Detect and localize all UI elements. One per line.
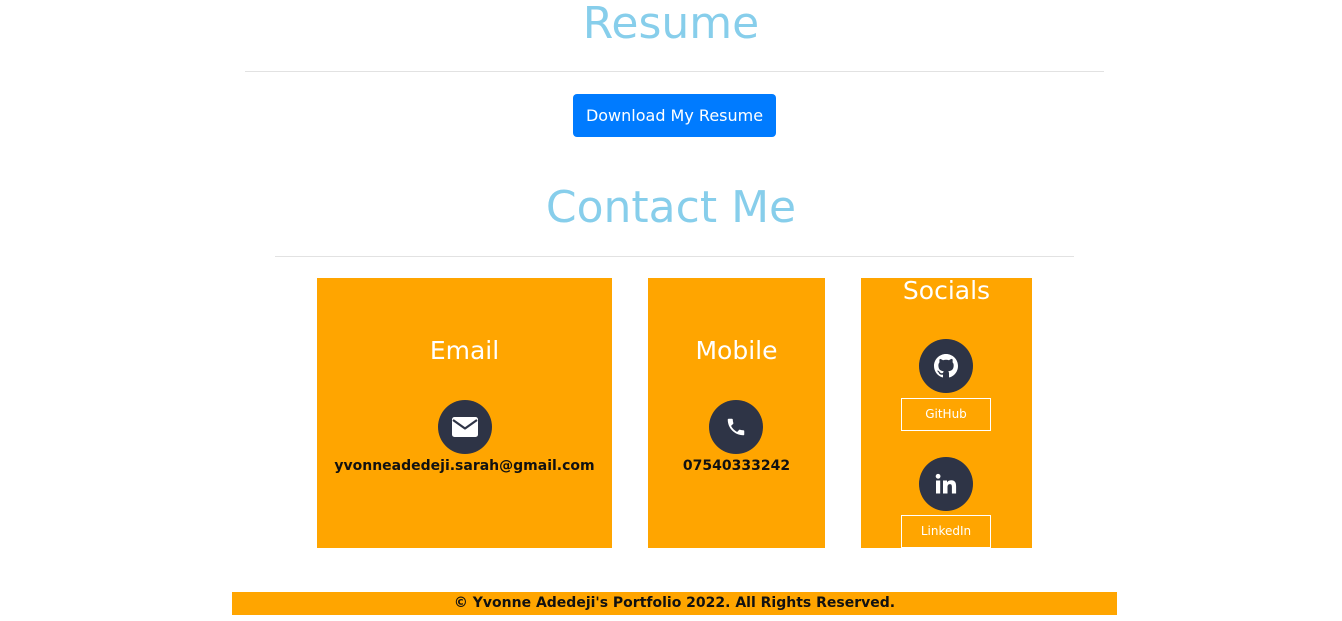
- mobile-card-title: Mobile: [695, 336, 778, 365]
- mobile-card: Mobile 07540333242: [648, 278, 825, 548]
- socials-card: Socials GitHub LinkedIn: [861, 278, 1032, 548]
- linkedin-button[interactable]: LinkedIn: [901, 515, 991, 548]
- resume-divider: [245, 71, 1104, 72]
- footer: © Yvonne Adedeji's Portfolio 2022. All R…: [232, 592, 1117, 615]
- envelope-icon: [438, 400, 492, 454]
- download-resume-button[interactable]: Download My Resume: [573, 94, 776, 137]
- phone-icon: [709, 400, 763, 454]
- github-button[interactable]: GitHub: [901, 398, 991, 431]
- email-card: Email yvonneadedeji.sarah@gmail.com: [317, 278, 612, 548]
- contact-divider: [275, 256, 1074, 257]
- linkedin-icon[interactable]: [919, 457, 973, 511]
- resume-heading: Resume: [582, 0, 760, 49]
- page: Resume Download My Resume Contact Me Ema…: [0, 0, 1342, 621]
- github-icon[interactable]: [919, 339, 973, 393]
- socials-card-title: Socials: [902, 276, 991, 305]
- contact-heading: Contact Me: [545, 182, 797, 233]
- email-address[interactable]: yvonneadedeji.sarah@gmail.com: [317, 458, 612, 474]
- mobile-number[interactable]: 07540333242: [648, 458, 825, 474]
- email-card-title: Email: [429, 336, 500, 365]
